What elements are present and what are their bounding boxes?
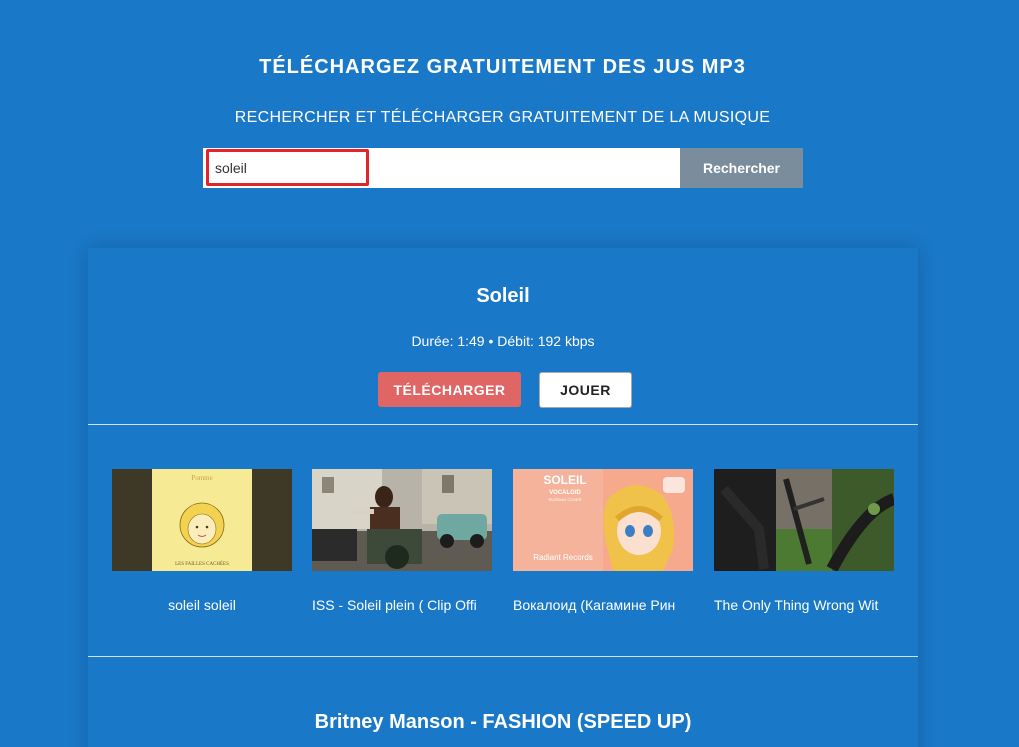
result-meta: Durée: 1:49 • Débit: 192 kbps (411, 333, 595, 349)
play-button[interactable]: JOUER (539, 372, 632, 408)
album-cover-pomme-icon: Pomme LES FAILLES CACHÉES (112, 469, 292, 571)
thumb-text: RUSSIAN COVER (548, 497, 581, 502)
motorcycle-still-icon (714, 469, 894, 571)
thumb-text: Radiant Records (533, 553, 593, 562)
related-item-label: The Only Thing Wrong Wit (714, 597, 879, 613)
thumb-text: LES FAILLES CACHÉES (175, 561, 229, 567)
related-item-label: Вокалоид (Кагамине Рин (513, 597, 676, 613)
thumb-text: VOCALOID (549, 490, 581, 496)
thumb-text: SOLEIL (543, 473, 586, 487)
result-title: Soleil (476, 285, 530, 307)
results-card: Soleil Durée: 1:49 • Débit: 192 kbps TÉL… (88, 248, 918, 747)
divider (88, 656, 918, 657)
search-field-wrapper[interactable] (203, 148, 680, 188)
search-form: Rechercher (203, 148, 803, 188)
related-item[interactable]: Pomme LES FAILLES CACHÉES soleil soleil (112, 469, 292, 613)
download-button[interactable]: TÉLÉCHARGER (378, 372, 521, 407)
site-subtitle: RECHERCHER ET TÉLÉCHARGER GRATUITEMENT D… (234, 109, 771, 126)
vocaloid-cover-icon: SOLEIL VOCALOID RUSSIAN COVER Radiant Re… (513, 469, 693, 571)
search-input[interactable] (206, 149, 369, 186)
thumb-text: Pomme (191, 474, 212, 482)
related-item[interactable]: ISS - Soleil plein ( Clip Offi (312, 469, 492, 613)
related-item[interactable]: SOLEIL VOCALOID RUSSIAN COVER Radiant Re… (513, 469, 693, 613)
video-still-street-icon (312, 469, 492, 571)
related-item-label: soleil soleil (168, 597, 236, 613)
next-result-title: Britney Manson - FASHION (SPEED UP) (314, 711, 692, 733)
related-item-label: ISS - Soleil plein ( Clip Offi (312, 597, 477, 613)
related-videos: Pomme LES FAILLES CACHÉES soleil soleil (112, 469, 894, 629)
divider (88, 424, 918, 425)
site-title: TÉLÉCHARGEZ GRATUITEMENT DES JUS MP3 (259, 56, 746, 78)
related-item[interactable]: The Only Thing Wrong Wit (714, 469, 894, 613)
search-button[interactable]: Rechercher (680, 148, 803, 188)
